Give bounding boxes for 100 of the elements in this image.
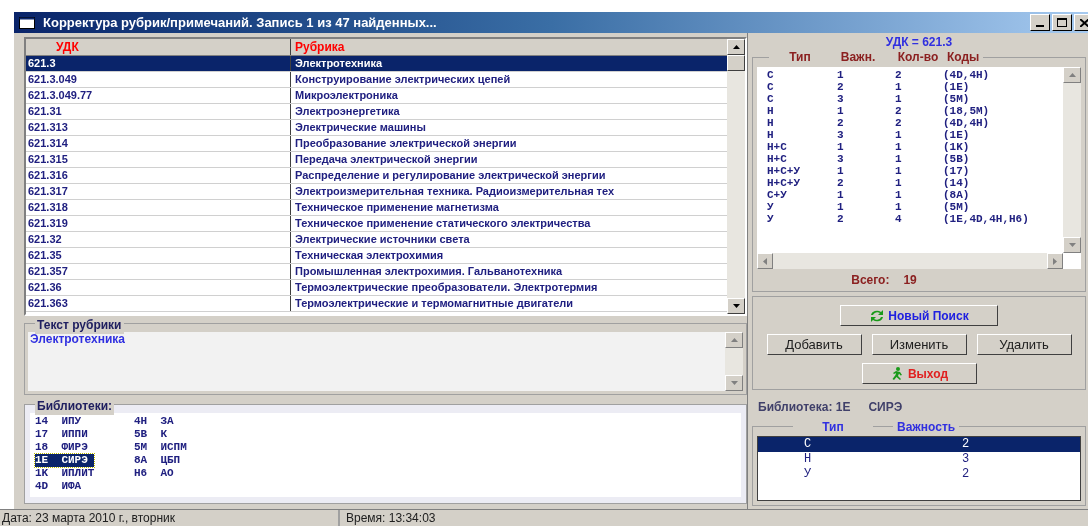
close-button[interactable] xyxy=(1074,14,1088,31)
table-cell-text: Техническая электрохимия xyxy=(294,248,445,263)
table-cell-text: Н+С+У xyxy=(767,165,801,177)
table-row[interactable]: У 2 xyxy=(758,467,1080,482)
table-cell: 621.363 xyxy=(26,296,291,311)
table-cell-text: С xyxy=(803,437,813,452)
window-icon xyxy=(19,16,35,29)
table-row[interactable]: 621.319 Техническое применение статического электричества xyxy=(26,216,727,232)
table-cell: 621.318 xyxy=(26,200,291,215)
list-item[interactable]: 5B К xyxy=(134,428,167,441)
table-row[interactable]: 621.316 Распределение и регулирование электрической энергии xyxy=(26,168,727,184)
scroll-left-button[interactable] xyxy=(757,253,773,269)
table-row[interactable]: Н 3 xyxy=(758,452,1080,467)
udk-label: УДК = 621.3 xyxy=(884,34,954,50)
table-cell-text: 1 xyxy=(895,129,903,141)
library-label: Библиотека: 1E xyxy=(758,399,851,416)
table-cell-text: Н+С+У xyxy=(767,177,801,189)
scroll-thumb[interactable] xyxy=(727,55,745,71)
scroll-up-button[interactable] xyxy=(727,39,745,55)
table-cell-text: У xyxy=(803,467,813,482)
table-cell: 621.36 xyxy=(26,280,291,295)
table-row[interactable]: 621.317 Электроизмерительная техника. Радиоизмерительная тех xyxy=(26,184,727,200)
delete-button[interactable]: Удалить xyxy=(976,334,1072,355)
list-item[interactable]: 4D ИФА xyxy=(35,480,82,493)
table-row[interactable]: 621.363 Термоэлектрические и термомагнитные двигатели xyxy=(26,296,727,312)
list-item[interactable]: 8A ЦБП xyxy=(134,454,181,467)
table-cell-text: 2 xyxy=(961,467,970,482)
table-cell: 621.316 xyxy=(26,168,291,183)
table-cell-text: Электрические машины xyxy=(294,120,427,135)
table-cell: (18,5M) xyxy=(943,105,990,117)
up-arrow-icon xyxy=(730,338,738,342)
scroll-down-button[interactable] xyxy=(727,298,745,314)
status-date: Дата: 23 марта 2010 г., вторник xyxy=(0,510,340,526)
table-row[interactable]: 621.3.049.77 Микроэлектроника xyxy=(26,88,727,104)
table-cell-text: 2 xyxy=(837,177,845,189)
table-cell-text: Электроизмерительная техника. Радиоизмерительная тех xyxy=(294,184,616,199)
table-cell-text: 1 xyxy=(895,141,903,153)
table-cell-text: 1 xyxy=(837,201,845,213)
table-cell-text: 3 xyxy=(837,153,845,165)
table-row[interactable]: 621.315 Передача электрической энергии xyxy=(26,152,727,168)
add-button[interactable]: Добавить xyxy=(766,334,862,355)
table-cell: (8A) xyxy=(943,189,970,201)
table-row[interactable]: 621.357 Промышленная электрохимия. Гальванотехника xyxy=(26,264,727,280)
table-cell-text: Электрические источники света xyxy=(294,232,471,247)
table-row[interactable]: 621.314 Преобразование электрической энергии xyxy=(26,136,727,152)
table-cell-text: 2 xyxy=(895,105,903,117)
table-cell-text: Техническое применение магнетизма xyxy=(294,200,500,215)
table-row[interactable]: С 2 xyxy=(758,437,1080,452)
table-row[interactable]: 621.3 Электротехника xyxy=(26,56,727,72)
edit-button[interactable]: Изменить xyxy=(871,334,967,355)
maximize-button[interactable] xyxy=(1052,14,1072,31)
table-row[interactable]: 621.318 Техническое применение магнетизма xyxy=(26,200,727,216)
list-item[interactable]: 5M ИСПМ xyxy=(134,441,187,454)
table-cell: 621.357 xyxy=(26,264,291,279)
table-cell-text: Н xyxy=(767,129,775,141)
table-cell-text: Н+С xyxy=(767,141,788,153)
table-row[interactable]: 621.32 Электрические источники света xyxy=(26,232,727,248)
status-time: Время: 13:34:03 xyxy=(345,510,437,526)
list-item[interactable]: 14 ИПУ xyxy=(35,415,82,428)
list-item[interactable]: 18 ФИРЭ xyxy=(35,441,88,454)
table-cell-text: Техническое применение статического электричества xyxy=(294,216,592,231)
table-cell-text: У xyxy=(767,201,775,213)
horizontal-scrollbar[interactable] xyxy=(757,253,1063,269)
table-cell-text: Термоэлектрические преобразователи. Электротермия xyxy=(294,280,599,295)
list-item[interactable]: 1E СИРЭ xyxy=(35,454,94,467)
new-search-button[interactable]: Новый Поиск xyxy=(840,305,998,326)
list-item[interactable]: 4H ЗА xyxy=(134,415,174,428)
scroll-right-button[interactable] xyxy=(1047,253,1063,269)
list-item[interactable]: 1K ИПЛИТ xyxy=(35,467,95,480)
table-cell-text: 3 xyxy=(961,452,970,467)
column-header: Тип xyxy=(793,420,873,434)
table-cell-text: Электроэнергетика xyxy=(294,104,401,119)
column-header: Тип xyxy=(788,50,812,65)
table-cell: 621.31 xyxy=(26,104,291,119)
table-row[interactable]: 621.35 Техническая электрохимия xyxy=(26,248,727,264)
up-arrow-icon xyxy=(1068,73,1076,77)
table-row[interactable]: 621.3.049 Конструирование электрических цепей xyxy=(26,72,727,88)
table-cell-text: 2 xyxy=(895,69,903,81)
table-row[interactable]: 621.36 Термоэлектрические преобразователи. Электротермия xyxy=(26,280,727,296)
table-row[interactable]: 621.31 Электроэнергетика xyxy=(26,104,727,120)
list-item[interactable]: 17 ИППИ xyxy=(35,428,88,441)
rubric-text-field[interactable]: Электротехника xyxy=(28,332,743,391)
scrollbar[interactable] xyxy=(727,39,745,314)
table-cell-text: 1 xyxy=(895,153,903,165)
table-row[interactable]: 621.313 Электрические машины xyxy=(26,120,727,136)
table-cell: 621.313 xyxy=(26,120,291,135)
table-cell-text: Н xyxy=(803,452,813,467)
library-name: СИРЭ xyxy=(868,399,903,416)
table-cell-text: 2 xyxy=(961,437,970,452)
rubric-text: Электротехника xyxy=(29,332,126,348)
minimize-button[interactable] xyxy=(1030,14,1050,31)
table-cell-text: Электротехника xyxy=(294,56,384,71)
table-cell-text: Преобразование электрической энергии xyxy=(294,136,518,151)
table-cell-text: Н xyxy=(767,105,775,117)
up-arrow-icon xyxy=(732,45,740,49)
list-item[interactable]: H6 АО xyxy=(134,467,174,480)
table-cell-text: С xyxy=(767,69,775,81)
table-cell-text: Распределение и регулирование электрической энергии xyxy=(294,168,607,183)
table-cell-text: 3 xyxy=(837,129,845,141)
table-cell-text: 1 xyxy=(895,201,903,213)
